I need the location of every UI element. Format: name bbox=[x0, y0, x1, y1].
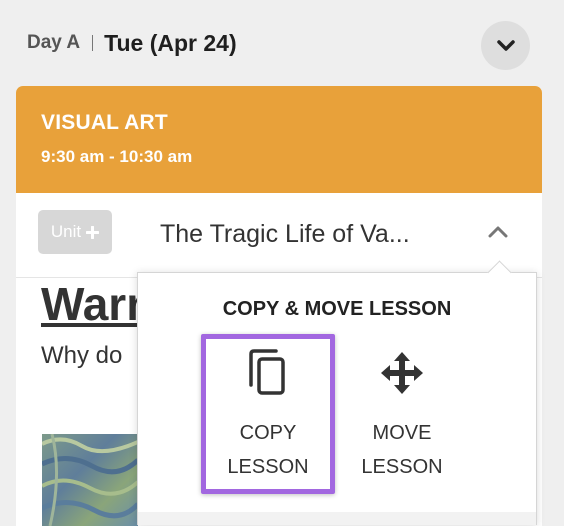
add-unit-button[interactable]: Unit bbox=[38, 210, 112, 254]
artwork-image bbox=[42, 434, 138, 526]
chevron-down-icon bbox=[496, 39, 515, 51]
chevron-up-icon[interactable] bbox=[488, 225, 508, 238]
popup-footer bbox=[138, 512, 536, 525]
lesson-row: Unit The Tragic Life of Va... bbox=[16, 193, 542, 278]
lesson-title[interactable]: The Tragic Life of Va... bbox=[160, 220, 410, 249]
content-text: Why do bbox=[41, 342, 123, 369]
move-lesson-button[interactable]: MOVE LESSON bbox=[347, 339, 457, 489]
date-label: Tue (Apr 24) bbox=[104, 29, 237, 56]
collapse-day-button[interactable] bbox=[481, 21, 530, 70]
move-icon bbox=[381, 352, 423, 394]
unit-label: Unit bbox=[50, 222, 82, 241]
move-label-line2: LESSON bbox=[361, 456, 443, 478]
copy-move-popup: COPY & MOVE LESSON COPY LESSON MOVE LESS… bbox=[137, 260, 537, 525]
copy-label-line2: LESSON bbox=[227, 456, 309, 478]
copy-lesson-button[interactable]: COPY LESSON bbox=[201, 334, 335, 494]
popup-title: COPY & MOVE LESSON bbox=[222, 298, 452, 320]
move-label-line1: MOVE bbox=[372, 422, 432, 444]
divider bbox=[92, 35, 94, 51]
plus-icon bbox=[86, 225, 100, 239]
class-time: 9:30 am - 10:30 am bbox=[41, 147, 193, 166]
subject-title: VISUAL ART bbox=[41, 111, 168, 134]
day-label: Day A bbox=[27, 32, 81, 53]
card-header[interactable]: VISUAL ART 9:30 am - 10:30 am bbox=[16, 86, 542, 193]
copy-label-line1: COPY bbox=[239, 422, 297, 444]
day-header: Day A Tue (Apr 24) bbox=[27, 27, 237, 59]
copy-icon bbox=[249, 349, 285, 395]
